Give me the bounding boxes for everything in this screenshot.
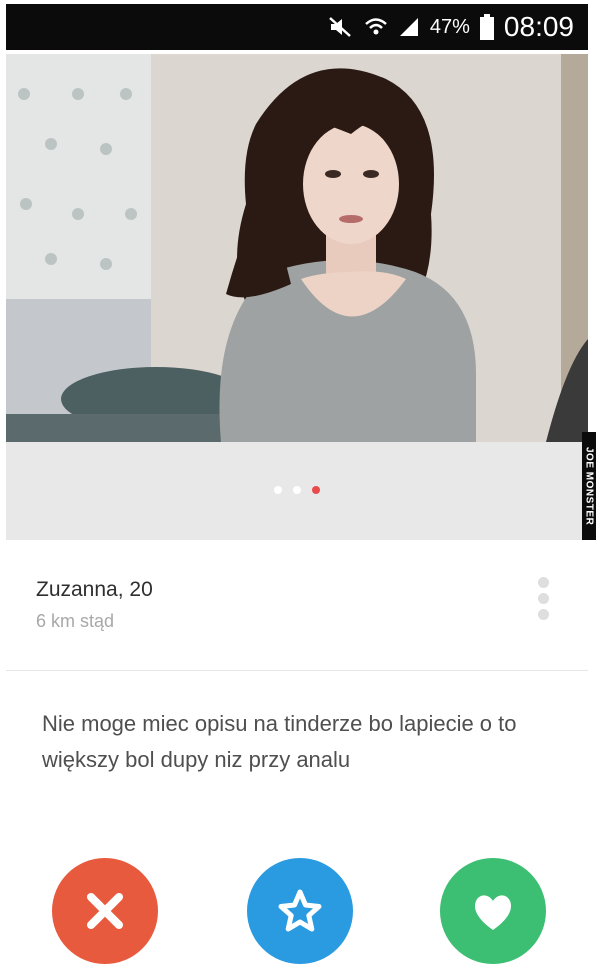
photo-dot-1[interactable] <box>274 486 282 494</box>
profile-info: Zuzanna, 20 6 km stąd <box>0 540 600 670</box>
photo-dot-2[interactable] <box>293 486 301 494</box>
battery-icon <box>479 14 494 40</box>
photo-footer <box>6 442 588 540</box>
wifi-icon <box>364 16 388 38</box>
super-like-button[interactable] <box>247 858 353 964</box>
profile-distance: 6 km stąd <box>36 611 115 631</box>
photo-dot-3[interactable] <box>312 486 320 494</box>
battery-percent: 47% <box>429 15 470 38</box>
watermark: JOE MONSTER <box>582 432 596 540</box>
profile-name-age: Zuzanna, 20 <box>36 578 153 601</box>
photo-pagination <box>6 486 588 494</box>
profile-photo-image <box>6 54 588 442</box>
divider <box>6 670 588 671</box>
action-buttons <box>0 858 600 964</box>
mute-icon <box>328 16 354 38</box>
profile-photo[interactable] <box>6 54 588 442</box>
profile-bio: Nie moge miec opisu na tinderze bo lapie… <box>42 711 517 772</box>
more-options-icon[interactable] <box>538 577 549 620</box>
clock-time: 08:09 <box>503 11 574 42</box>
close-icon <box>87 893 123 929</box>
signal-icon <box>398 16 420 38</box>
status-bar: 47% 08:09 <box>0 0 600 54</box>
like-button[interactable] <box>440 858 546 964</box>
status-bar-inner: 47% 08:09 <box>6 4 588 50</box>
nope-button[interactable] <box>52 858 158 964</box>
heart-icon <box>474 895 512 930</box>
star-icon <box>278 889 322 932</box>
